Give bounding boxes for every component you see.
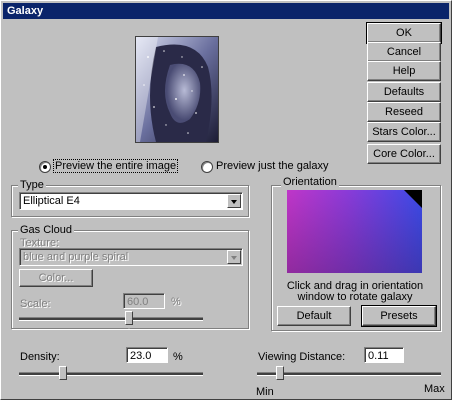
scale-unit: %	[171, 296, 181, 308]
texture-select-value: blue and purple spiral	[23, 251, 129, 263]
orientation-presets-button[interactable]: Presets	[361, 305, 437, 327]
title-bar[interactable]: Galaxy	[3, 3, 449, 19]
viewing-distance-input[interactable]: 0.11	[364, 347, 404, 363]
preview-entire-label[interactable]: Preview the entire image	[52, 159, 179, 173]
gas-color-button[interactable]: Color...	[19, 269, 93, 287]
preview-portrait	[136, 37, 218, 142]
type-select-value: Elliptical E4	[23, 195, 80, 207]
orientation-pad[interactable]	[287, 190, 422, 273]
orientation-corner-marker	[404, 190, 422, 208]
scale-slider-track[interactable]	[19, 317, 203, 321]
texture-select[interactable]: blue and purple spiral	[19, 248, 243, 266]
cancel-button[interactable]: Cancel	[367, 42, 441, 62]
viewing-distance-slider-thumb[interactable]	[276, 366, 285, 384]
orientation-hint-line2: window to rotate galaxy	[297, 291, 413, 303]
scale-label: Scale:	[20, 298, 51, 310]
core-color-button[interactable]: Core Color...	[367, 144, 441, 164]
viewing-distance-label: Viewing Distance:	[258, 351, 346, 363]
density-unit: %	[173, 351, 183, 363]
stars-color-button[interactable]: Stars Color...	[367, 122, 441, 142]
type-select[interactable]: Elliptical E4	[19, 192, 243, 210]
preview-galaxy-radio[interactable]	[201, 161, 213, 173]
help-button[interactable]: Help	[367, 61, 441, 81]
viewing-distance-slider-track[interactable]	[257, 372, 441, 376]
preview-galaxy-label[interactable]: Preview just the galaxy	[216, 160, 329, 172]
preview-image	[135, 36, 219, 143]
chevron-down-icon[interactable]	[227, 194, 241, 208]
chevron-down-icon[interactable]	[227, 250, 241, 264]
window-title: Galaxy	[7, 5, 44, 17]
scale-slider-thumb[interactable]	[124, 311, 133, 329]
viewing-distance-max-label: Max	[424, 383, 445, 395]
gas-cloud-title: Gas Cloud	[18, 224, 74, 236]
ok-button[interactable]: OK	[366, 22, 442, 44]
galaxy-dialog: Galaxy OK Cancel Help Defaults Reseed St…	[0, 0, 452, 400]
scale-input[interactable]: 60.0	[123, 293, 165, 309]
preview-entire-radio[interactable]	[39, 161, 51, 173]
density-slider-thumb[interactable]	[59, 366, 68, 384]
viewing-distance-min-label: Min	[256, 386, 274, 398]
orientation-default-button[interactable]: Default	[277, 306, 351, 326]
defaults-button[interactable]: Defaults	[367, 82, 441, 102]
density-slider-track[interactable]	[19, 372, 203, 376]
density-label: Density:	[20, 351, 60, 363]
reseed-button[interactable]: Reseed	[367, 102, 441, 122]
type-group-title: Type	[18, 179, 46, 191]
orientation-title: Orientation	[281, 176, 339, 188]
density-input[interactable]: 23.0	[126, 347, 168, 363]
